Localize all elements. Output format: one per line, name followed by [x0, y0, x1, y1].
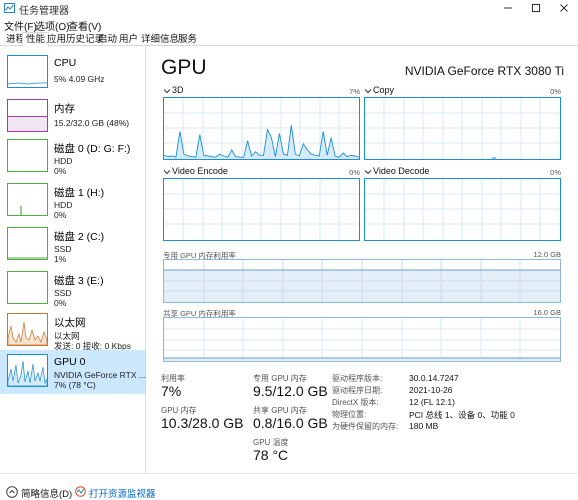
shared-gpu-memory-value: 0.8/16.0 GB	[253, 415, 328, 431]
tab-services[interactable]: 服务	[174, 32, 201, 46]
window-title: 任务管理器	[19, 6, 69, 17]
fewer-details-button[interactable]: 简略信息(D)	[21, 486, 72, 500]
footer: 简略信息(D) 打开资源监视器	[0, 473, 578, 500]
resource-name: 磁盘 3 (E:)	[54, 275, 104, 287]
page-title: GPU	[161, 56, 207, 79]
graph-dedicated-memory	[163, 259, 561, 303]
close-button[interactable]	[550, 0, 578, 16]
graph-video-decode	[364, 178, 561, 241]
resource-disk-3[interactable]: 磁盘 3 (E:) SSD 0%	[0, 267, 145, 311]
resource-disk-1[interactable]: 磁盘 1 (H:) HDD 0%	[0, 179, 145, 223]
resource-usage: 1%	[54, 254, 67, 264]
memory-thumbnail	[7, 99, 48, 132]
resource-disk-0[interactable]: 磁盘 0 (D: G: F:) HDD 0%	[0, 135, 145, 179]
resource-type: SSD	[54, 288, 72, 298]
disk-thumbnail	[7, 183, 48, 216]
resource-monitor-icon	[75, 486, 86, 497]
directx-version-label: DirectX 版本:	[332, 398, 379, 407]
disk-thumbnail	[7, 227, 48, 260]
resource-name: 以太网	[54, 317, 86, 329]
resource-type: SSD	[54, 244, 72, 254]
gpu-thumbnail	[7, 354, 48, 387]
resource-cpu[interactable]: CPU 5% 4.09 GHz	[0, 51, 145, 95]
physical-location-value: PCI 总线 1、设备 0、功能 0	[409, 410, 515, 420]
shared-memory-max: 16.0 GB	[533, 308, 561, 317]
engine-label-video-encode: Video Encode	[172, 166, 228, 176]
driver-date-value: 2021-10-26	[409, 385, 453, 395]
dedicated-memory-max: 12.0 GB	[533, 250, 561, 259]
task-manager-window: 任务管理器 文件(F) 选项(O) 查看(V) 进程 性能 应用历史记录 启动 …	[0, 0, 578, 500]
resource-memory[interactable]: 内存 15.2/32.0 GB (48%)	[0, 95, 145, 139]
tab-bar: 进程 性能 应用历史记录 启动 用户 详细信息 服务	[0, 32, 578, 47]
open-resource-monitor-link[interactable]: 打开资源监视器	[89, 486, 156, 500]
dedicated-gpu-memory-value: 9.5/12.0 GB	[253, 383, 328, 399]
disk-thumbnail	[7, 139, 48, 172]
menu-bar: 文件(F) 选项(O) 查看(V)	[0, 16, 578, 33]
graph-3d	[163, 97, 360, 160]
engine-pct-copy: 0%	[550, 87, 561, 96]
graph-shared-memory	[163, 317, 561, 362]
resource-name: 磁盘 1 (H:)	[54, 187, 105, 199]
chevron-down-icon[interactable]	[163, 169, 171, 175]
reserved-memory-value: 180 MB	[409, 421, 439, 431]
reserved-memory-label: 为硬件保留的内存:	[332, 422, 399, 431]
maximize-icon	[532, 4, 540, 12]
utilization-value: 7%	[161, 383, 182, 399]
chevron-down-icon[interactable]	[364, 169, 372, 175]
resource-detail: 5% 4.09 GHz	[54, 74, 105, 84]
maximize-button[interactable]	[522, 0, 550, 16]
driver-date-label: 驱动程序日期:	[332, 386, 383, 395]
directx-version-value: 12 (FL 12.1)	[409, 397, 455, 407]
menu-view[interactable]: 查看(V)	[68, 18, 101, 33]
menu-options[interactable]: 选项(O)	[35, 18, 69, 33]
title-bar: 任务管理器	[0, 0, 578, 17]
resource-usage: 7% (78 °C)	[54, 380, 96, 390]
graph-copy	[364, 97, 561, 160]
resource-usage: 0%	[54, 210, 67, 220]
minimize-icon	[504, 7, 512, 9]
chevron-up-icon[interactable]	[6, 486, 18, 498]
engine-label-3d: 3D	[172, 85, 184, 95]
resource-name: 内存	[54, 103, 75, 115]
cpu-thumbnail	[7, 55, 48, 88]
graph-video-encode	[163, 178, 360, 241]
resource-name: 磁盘 0 (D: G: F:)	[54, 143, 131, 155]
resource-disk-2[interactable]: 磁盘 2 (C:) SSD 1%	[0, 223, 145, 267]
physical-location-label: 物理位置:	[332, 410, 367, 419]
gpu-temperature-value: 78 °C	[253, 447, 289, 463]
engine-label-copy: Copy	[373, 85, 395, 95]
chevron-down-icon[interactable]	[364, 88, 372, 94]
minimize-button[interactable]	[494, 0, 522, 16]
resource-usage: 0%	[54, 298, 67, 308]
engine-pct-video-encode: 0%	[349, 168, 360, 177]
driver-version-value: 30.0.14.7247	[409, 373, 459, 383]
resource-name: GPU 0	[54, 356, 86, 368]
close-icon	[560, 4, 568, 12]
disk-thumbnail	[7, 271, 48, 304]
engine-pct-video-decode: 0%	[550, 168, 561, 177]
task-manager-icon	[4, 3, 15, 13]
engine-label-video-decode: Video Decode	[373, 166, 430, 176]
driver-version-label: 驱动程序版本:	[332, 374, 383, 383]
resource-list: CPU 5% 4.09 GHz 内存 15.2/32.0 GB (48%) 磁盘…	[0, 47, 146, 473]
resource-model: NVIDIA GeForce RTX ...	[54, 370, 146, 380]
resource-type: HDD	[54, 156, 73, 166]
menu-file[interactable]: 文件(F)	[4, 18, 37, 33]
ethernet-thumbnail	[7, 313, 48, 346]
resource-ethernet[interactable]: 以太网 以太网 发送: 0 接收: 0 Kbps	[0, 309, 145, 353]
gpu-model-name: NVIDIA GeForce RTX 3080 Ti	[404, 64, 564, 78]
engine-pct-3d: 7%	[349, 87, 360, 96]
resource-type: HDD	[54, 200, 73, 210]
resource-detail: 15.2/32.0 GB (48%)	[54, 118, 130, 128]
resource-usage: 0%	[54, 166, 67, 176]
resource-name: 磁盘 2 (C:)	[54, 231, 105, 243]
resource-name: CPU	[54, 57, 77, 69]
gpu-memory-value: 10.3/28.0 GB	[161, 415, 244, 431]
chevron-down-icon[interactable]	[163, 88, 171, 94]
resource-gpu-0[interactable]: GPU 0 NVIDIA GeForce RTX ... 7% (78 °C)	[0, 350, 146, 394]
